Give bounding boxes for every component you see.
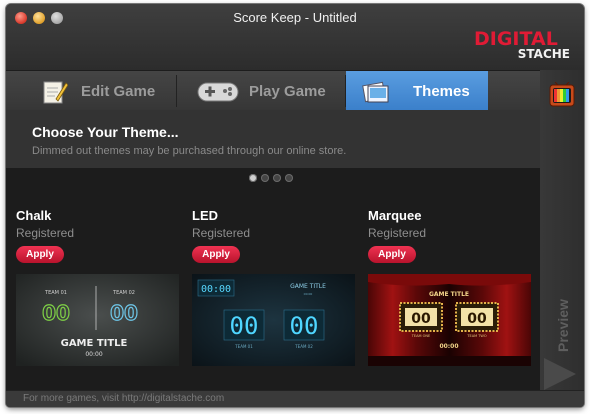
page-dot-2[interactable] (261, 174, 269, 182)
chalk-score2: 00 (110, 301, 138, 325)
chalk-score1: 00 (42, 301, 70, 325)
digital-stache-logo: DIGITAL STACHE (474, 28, 570, 61)
led-team1: TEAM 01 (234, 344, 253, 349)
theme-preview-marquee[interactable]: GAME TITLE 00 00 TEAM ONE TEAM TWO 00:00 (368, 274, 531, 366)
tab-play-game[interactable]: Play Game (177, 71, 345, 111)
themes-area: Chalk Registered Apply TEAM 01 TEAM 02 0… (6, 168, 540, 390)
logo-line-2: STACHE (517, 47, 570, 61)
page-indicator (249, 174, 293, 182)
page-dot-4[interactable] (285, 174, 293, 182)
led-team2: TEAM 02 (294, 344, 313, 349)
right-sidebar: Preview (540, 70, 584, 390)
theme-name: Chalk (16, 208, 52, 223)
theme-status: Registered (368, 226, 427, 240)
panel-title: Choose Your Theme... (32, 124, 179, 140)
tab-edit-game-label: Edit Game (81, 82, 156, 100)
preview-arrow-icon[interactable] (544, 358, 576, 390)
marquee-score2: 00 (467, 311, 487, 327)
page-dot-3[interactable] (273, 174, 281, 182)
marquee-score1: 00 (411, 311, 431, 327)
gamepad-icon (197, 82, 239, 102)
led-game-title: GAME TITLE (290, 283, 326, 290)
theme-chooser-header: Choose Your Theme... Dimmed out themes m… (6, 110, 540, 168)
theme-status: Registered (192, 226, 251, 240)
theme-status: Registered (16, 226, 75, 240)
marquee-team1: TEAM ONE (411, 334, 430, 338)
edit-game-icon (43, 81, 68, 104)
tab-themes-label: Themes (413, 82, 470, 100)
window-title: Score Keep - Untitled (233, 10, 357, 25)
tv-icon[interactable] (549, 82, 575, 108)
led-score2: 00 (290, 312, 319, 340)
theme-preview-led[interactable]: 00:00 GAME TITLE 00:00 00 00 TEAM 01 TEA… (192, 274, 355, 366)
led-period: 00:00 (304, 292, 313, 296)
preview-toggle[interactable]: Preview (543, 296, 583, 356)
main-tabs: Edit Game Play Game Themes (6, 70, 540, 111)
panel-subtitle: Dimmed out themes may be purchased throu… (32, 145, 347, 157)
marquee-game-title: GAME TITLE (429, 291, 469, 298)
page-dot-1[interactable] (249, 174, 257, 182)
tab-play-game-label: Play Game (249, 82, 326, 100)
theme-preview-chalk[interactable]: TEAM 01 TEAM 02 00 00 GAME TITLE 00:00 (16, 274, 179, 366)
led-score1: 00 (230, 312, 259, 340)
chalk-team2: TEAM 02 (112, 290, 135, 296)
chalk-time: 00:00 (85, 351, 102, 358)
marquee-team2: TEAM TWO (466, 334, 486, 338)
chalk-game-title: GAME TITLE (61, 338, 128, 349)
tab-edit-game[interactable]: Edit Game (6, 71, 176, 111)
apply-led-button[interactable]: Apply (192, 246, 240, 263)
app-window: Score Keep - Untitled DIGITAL STACHE Edi… (6, 4, 584, 407)
apply-chalk-button[interactable]: Apply (16, 246, 64, 263)
chalk-team1: TEAM 01 (44, 290, 67, 296)
status-bar: For more games, visit http://digitalstac… (6, 390, 584, 407)
marquee-time: 00:00 (439, 343, 458, 350)
led-clock: 00:00 (201, 284, 231, 295)
theme-name: Marquee (368, 208, 422, 223)
tab-themes[interactable]: Themes (346, 71, 488, 111)
footer-text: For more games, visit http://digitalstac… (23, 393, 225, 404)
themes-icon (362, 81, 389, 103)
apply-marquee-button[interactable]: Apply (368, 246, 416, 263)
title-bar: Score Keep - Untitled DIGITAL STACHE (6, 4, 584, 70)
theme-name: LED (192, 208, 218, 223)
